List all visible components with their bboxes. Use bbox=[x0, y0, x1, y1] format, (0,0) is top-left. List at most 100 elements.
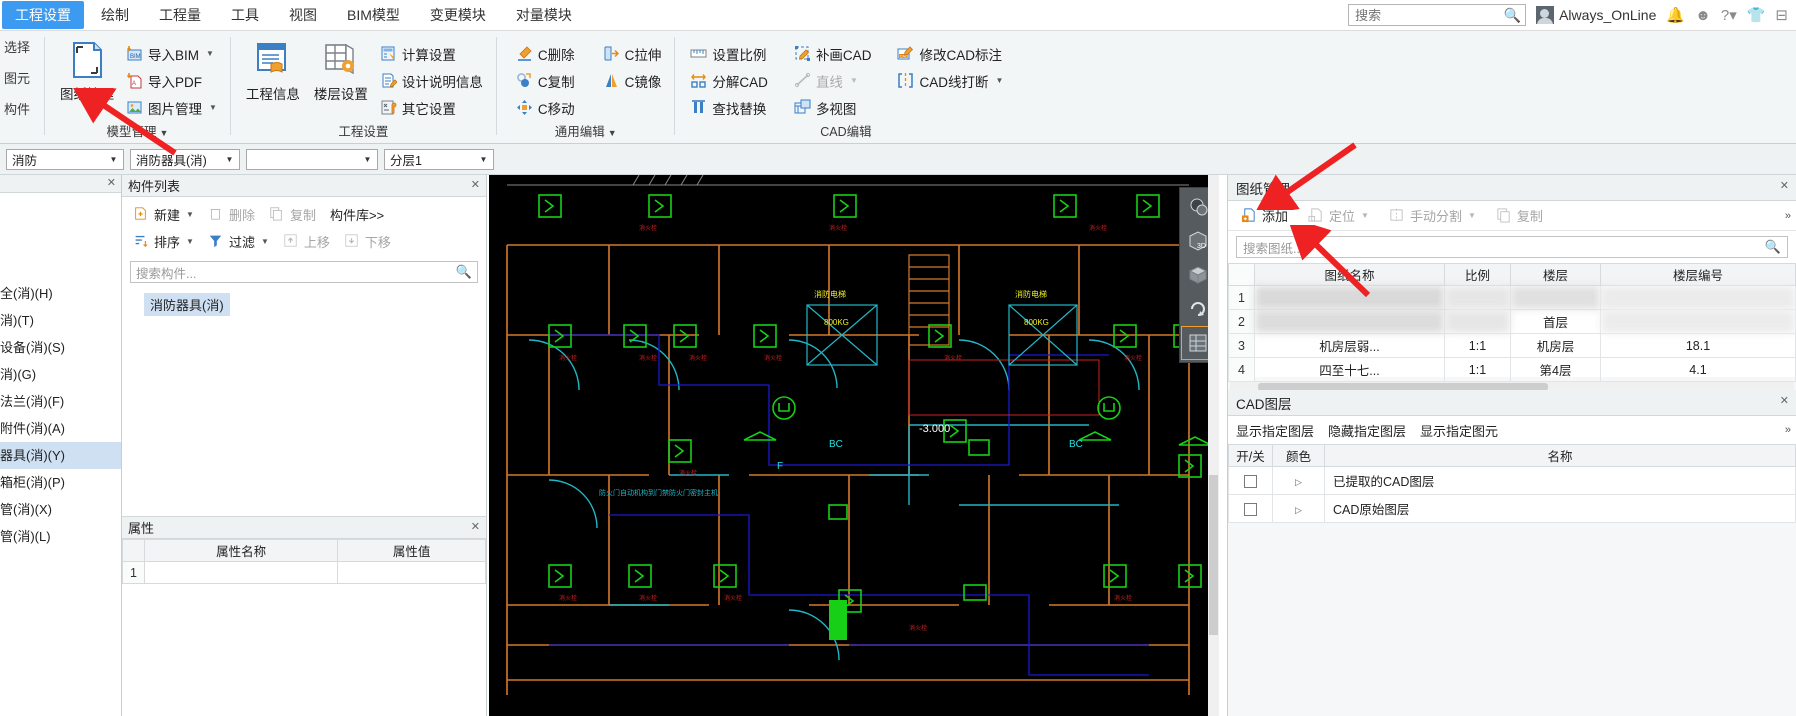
tree-item-pipe-l[interactable]: 管(消)(L) bbox=[0, 523, 121, 550]
tree-item-0[interactable] bbox=[0, 199, 121, 226]
tree-item-2[interactable] bbox=[0, 253, 121, 280]
image-manage-button[interactable]: 图片管理 ▼ bbox=[121, 94, 222, 121]
chevron-down-icon[interactable]: ▼ bbox=[106, 150, 121, 169]
calc-setting-button[interactable]: 计算设置 bbox=[375, 40, 488, 67]
menu-item-view[interactable]: 视图 bbox=[276, 1, 330, 29]
overflow-icon[interactable]: » bbox=[1785, 424, 1791, 436]
chevron-down-icon[interactable]: ▼ bbox=[186, 210, 194, 219]
hide-specified-layer-link[interactable]: 隐藏指定图层 bbox=[1328, 421, 1406, 440]
drawing-row-code[interactable]: 18.1 bbox=[1600, 333, 1796, 358]
tree-item-fire-hydrant[interactable]: 全(消)(H) bbox=[0, 280, 121, 307]
set-scale-button[interactable]: 设置比例 bbox=[685, 40, 773, 67]
project-info-button[interactable]: 工程信息 bbox=[239, 37, 307, 103]
chevron-down-icon[interactable]: ▼ bbox=[222, 150, 237, 169]
bell-icon[interactable]: 🔔 bbox=[1666, 6, 1685, 24]
property-row-value[interactable] bbox=[337, 561, 486, 584]
combo-layer[interactable]: 分层1 ▼ bbox=[384, 148, 494, 170]
chevron-down-icon[interactable]: ▼ bbox=[186, 237, 194, 246]
chevron-right-icon[interactable]: ▷ bbox=[1295, 505, 1302, 515]
scrollbar-thumb[interactable] bbox=[1209, 475, 1218, 635]
shirt-icon[interactable]: 👕 bbox=[1747, 6, 1766, 24]
c-mirror-button[interactable]: C镜像 bbox=[598, 67, 667, 94]
label-select[interactable]: 选择 bbox=[4, 37, 38, 56]
c-copy-button[interactable]: C复制 bbox=[511, 67, 580, 94]
table-row[interactable]: 3 机房层弱... 1:1 机房层 18.1 bbox=[1228, 333, 1796, 358]
draw-cad-button[interactable]: 补画CAD bbox=[789, 40, 877, 67]
chevron-right-icon[interactable]: ▷ bbox=[1295, 477, 1302, 487]
import-bim-button[interactable]: BIM 导入BIM ▼ bbox=[121, 40, 222, 67]
design-note-button[interactable]: 设计说明信息 bbox=[375, 67, 488, 94]
chevron-down-icon[interactable]: ▼ bbox=[995, 76, 1003, 85]
menu-item-bim-model[interactable]: BIM模型 bbox=[334, 1, 413, 29]
chevron-down-icon[interactable]: ▼ bbox=[261, 237, 269, 246]
component-search[interactable]: 搜索构件... 🔍 bbox=[130, 261, 478, 283]
floor-setting-button[interactable]: 楼层设置 bbox=[307, 37, 375, 103]
menu-item-change-module[interactable]: 变更模块 bbox=[417, 1, 499, 29]
drawing-row-floor[interactable]: 第4层 bbox=[1510, 357, 1601, 382]
search-input[interactable] bbox=[1353, 6, 1504, 24]
tree-item-flange[interactable]: 法兰(消)(F) bbox=[0, 388, 121, 415]
line-button[interactable]: 直线 ▼ bbox=[789, 67, 877, 94]
drawing-search[interactable]: 搜索图纸... 🔍 bbox=[1236, 236, 1788, 258]
delete-component-button[interactable]: 删除 bbox=[203, 203, 260, 226]
combo-component-type[interactable]: 消防器具(消) ▼ bbox=[130, 148, 240, 170]
checkbox[interactable] bbox=[1244, 502, 1257, 516]
layer-onoff-cell[interactable] bbox=[1228, 466, 1273, 495]
chevron-down-icon[interactable]: ▼ bbox=[476, 150, 491, 169]
menu-item-project-settings[interactable]: 工程设置 bbox=[2, 1, 84, 29]
tree-item-cabinet[interactable]: 箱柜(消)(P) bbox=[0, 469, 121, 496]
checkbox[interactable] bbox=[1244, 474, 1257, 488]
combo-discipline[interactable]: 消防 ▼ bbox=[6, 148, 124, 170]
sort-button[interactable]: 排序 ▼ bbox=[128, 230, 199, 253]
chevron-down-icon[interactable]: ▼ bbox=[209, 103, 217, 112]
chevron-down-icon[interactable]: ▼ bbox=[1361, 211, 1369, 220]
list-item[interactable]: 消防器具(消) bbox=[144, 293, 230, 316]
close-icon[interactable]: ✕ bbox=[471, 520, 480, 533]
global-search[interactable]: 🔍 bbox=[1348, 4, 1527, 26]
overflow-icon[interactable]: » bbox=[1785, 210, 1791, 222]
tree-item-pipe-x[interactable]: 管(消)(X) bbox=[0, 496, 121, 523]
move-up-button[interactable]: 上移 bbox=[278, 230, 335, 253]
menu-item-compare-module[interactable]: 对量模块 bbox=[503, 1, 585, 29]
table-row[interactable]: 2 首层 bbox=[1228, 309, 1796, 334]
restore-icon[interactable]: ⊟ bbox=[1775, 6, 1788, 24]
find-replace-button[interactable]: 查找替换 bbox=[685, 94, 773, 121]
drawing-row-name[interactable]: 四至十七... bbox=[1254, 357, 1445, 382]
modify-cad-note-button[interactable]: CAD 修改CAD标注 bbox=[892, 40, 1008, 67]
drawing-col-name[interactable]: 图纸名称 bbox=[1254, 263, 1445, 286]
close-icon[interactable]: ✕ bbox=[1780, 394, 1789, 407]
layer-color-cell[interactable]: ▷ bbox=[1272, 466, 1325, 495]
table-row[interactable]: 4 四至十七... 1:1 第4层 4.1 bbox=[1228, 357, 1796, 382]
c-move-button[interactable]: C移动 bbox=[511, 94, 580, 121]
chevron-down-icon[interactable]: ▼ bbox=[608, 128, 617, 138]
menu-item-draw[interactable]: 绘制 bbox=[88, 1, 142, 29]
drawing-col-code[interactable]: 楼层编号 bbox=[1600, 263, 1796, 286]
combo-component-name[interactable]: ▼ bbox=[246, 148, 378, 170]
tree-item-fire-device[interactable]: 器具(消)(Y) bbox=[0, 442, 121, 469]
add-drawing-button[interactable]: 添加 bbox=[1236, 204, 1293, 227]
chevron-down-icon[interactable]: ▼ bbox=[850, 76, 858, 85]
tree-item-t[interactable]: 消)(T) bbox=[0, 307, 121, 334]
menu-item-tools[interactable]: 工具 bbox=[218, 1, 272, 29]
explode-cad-button[interactable]: 分解CAD bbox=[685, 67, 773, 94]
import-pdf-button[interactable]: A 导入PDF bbox=[121, 67, 222, 94]
user-area[interactable]: Always_OnLine bbox=[1536, 6, 1656, 24]
drawing-row-scale[interactable]: 1:1 bbox=[1444, 357, 1511, 382]
multi-view-button[interactable]: 多视图 bbox=[789, 94, 877, 121]
close-icon[interactable]: ✕ bbox=[107, 176, 116, 189]
manual-split-button[interactable]: 手动分割 ▼ bbox=[1384, 204, 1481, 227]
drawing-row-scale[interactable]: 1:1 bbox=[1444, 333, 1511, 358]
chevron-down-icon[interactable]: ▼ bbox=[1468, 211, 1476, 220]
drawing-row-floor[interactable]: 机房层 bbox=[1510, 333, 1601, 358]
c-delete-button[interactable]: C删除 bbox=[511, 40, 580, 67]
table-row[interactable]: 1 bbox=[122, 561, 486, 584]
drawing-row-name[interactable]: 机房层弱... bbox=[1254, 333, 1445, 358]
filter-button[interactable]: 过滤 ▼ bbox=[203, 230, 274, 253]
locate-button[interactable]: 定位 ▼ bbox=[1303, 204, 1374, 227]
new-component-button[interactable]: 新建 ▼ bbox=[128, 203, 199, 226]
layer-onoff-cell[interactable] bbox=[1228, 494, 1273, 523]
chevron-down-icon[interactable]: ▼ bbox=[360, 150, 375, 169]
tree-item-accessory[interactable]: 附件(消)(A) bbox=[0, 415, 121, 442]
helmet-icon[interactable]: ☻ bbox=[1695, 7, 1711, 24]
layer-color-cell[interactable]: ▷ bbox=[1272, 494, 1325, 523]
